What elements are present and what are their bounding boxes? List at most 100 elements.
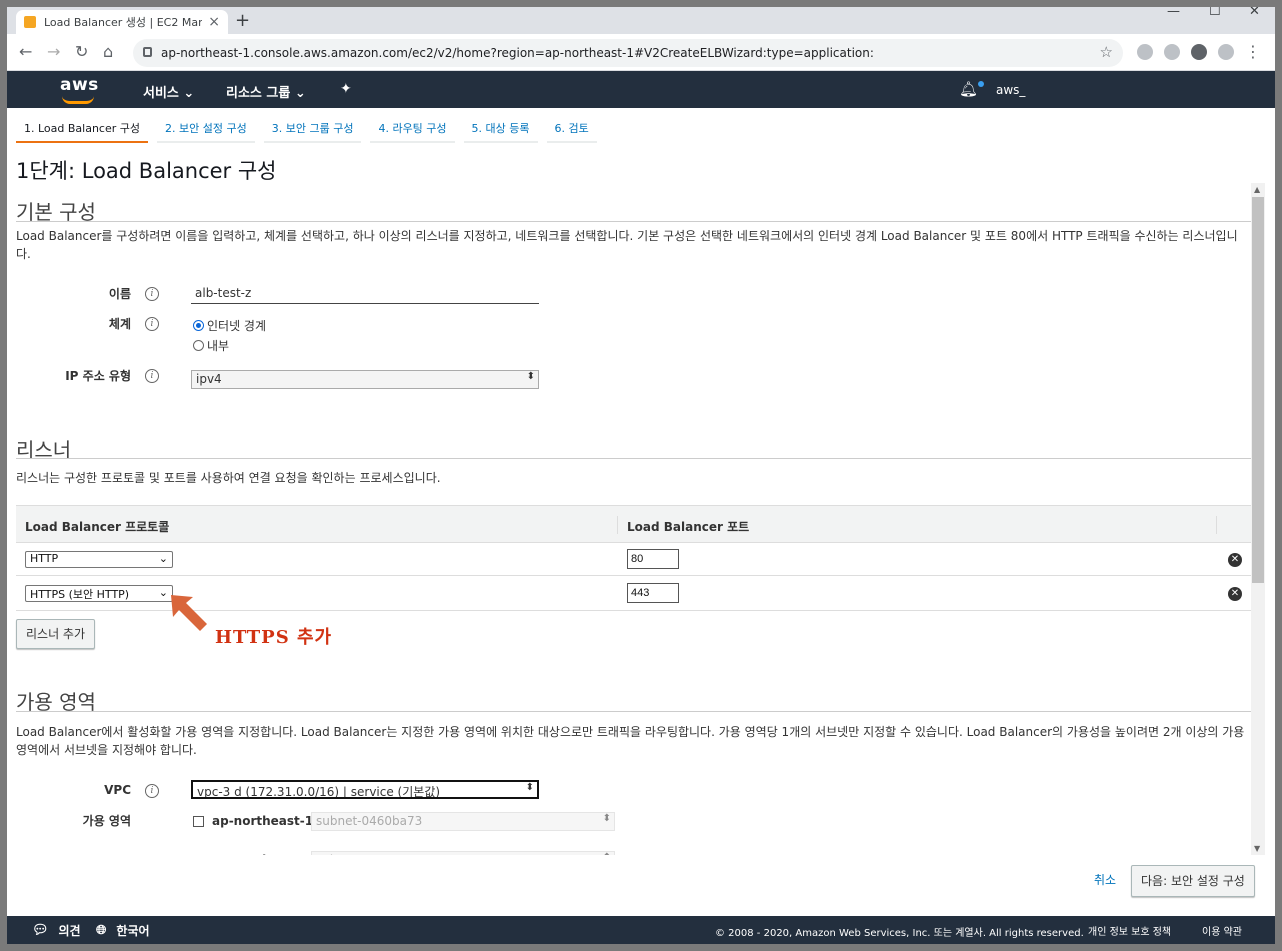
- notification-dot: [978, 81, 985, 87]
- name-input[interactable]: [191, 283, 539, 304]
- url-bar[interactable]: ap-northeast-1.console.aws.amazon.com/ec…: [133, 39, 1123, 67]
- aws-favicon-icon: [24, 16, 36, 28]
- ip-type-label: IP 주소 유형: [65, 369, 131, 383]
- resource-groups-menu[interactable]: 리소스 그룹 ⌄: [226, 82, 306, 101]
- divider: [16, 458, 1251, 459]
- row-divider: [16, 575, 1251, 576]
- aws-logo-text: aws: [60, 75, 99, 95]
- column-divider: [617, 516, 618, 534]
- wizard-content: 기본 구성 Load Balancer를 구성하려면 이름을 입력하고, 체계를…: [7, 183, 1251, 855]
- browser-window: Load Balancer 생성 | EC2 Manag × + — ☐ ✕ ←…: [7, 7, 1275, 944]
- updown-arrow-icon: ⬍: [525, 782, 534, 793]
- extension-icon[interactable]: [1137, 44, 1153, 60]
- info-icon[interactable]: i: [145, 369, 159, 383]
- add-listener-button[interactable]: 리스너 추가: [16, 619, 96, 649]
- page-title: 1단계: Load Balancer 구성: [16, 159, 277, 183]
- step-5[interactable]: 5. 대상 등록: [463, 115, 538, 143]
- minimize-icon[interactable]: —: [1167, 7, 1180, 19]
- aws-top-nav: aws 서비스 ⌄ 리소스 그룹 ⌄ ✦ 🔔︎ aws_: [7, 71, 1275, 108]
- privacy-link[interactable]: 개인 정보 보호 정책: [1088, 923, 1171, 938]
- column-divider: [1216, 516, 1217, 534]
- step-2[interactable]: 2. 보안 설정 구성: [157, 115, 255, 143]
- maximize-icon[interactable]: ☐: [1209, 7, 1221, 19]
- feedback-label: 의견: [58, 924, 81, 938]
- subnet-value: subnet-0460ba73: [316, 814, 423, 828]
- services-menu[interactable]: 서비스 ⌄: [143, 82, 194, 101]
- protocol-select[interactable]: HTTPS (보안 HTTP) ⌄: [25, 585, 173, 602]
- scroll-down-icon[interactable]: ▼: [1254, 844, 1260, 853]
- info-icon[interactable]: i: [145, 287, 159, 301]
- protocol-value: HTTP: [30, 552, 59, 565]
- updown-arrow-icon: ⬍: [602, 813, 611, 824]
- scheme-label: 체계: [108, 317, 131, 331]
- browser-menu-icon[interactable]: ⋮: [1245, 42, 1261, 61]
- scheme-internet-facing-radio[interactable]: 인터넷 경계: [193, 317, 266, 334]
- radio-selected: [193, 320, 204, 331]
- home-icon[interactable]: ⌂: [103, 42, 113, 61]
- step-3[interactable]: 3. 보안 그룹 구성: [263, 115, 362, 143]
- az-name: ap-northeast-1a: [212, 814, 322, 828]
- account-menu[interactable]: aws_: [996, 83, 1025, 97]
- next-button[interactable]: 다음: 보안 설정 구성: [1131, 865, 1255, 897]
- scroll-up-icon[interactable]: ▲: [1254, 185, 1260, 194]
- console-footer: 💬︎ 의견 🌐︎ 한국어 © 2008 - 2020, Amazon Web Ser…: [7, 916, 1275, 944]
- feedback-link[interactable]: 💬︎ 의견: [32, 922, 81, 939]
- resource-groups-label: 리소스 그룹: [226, 86, 291, 101]
- az-description: Load Balancer에서 활성화할 가용 영역을 지정합니다. Load …: [16, 725, 1245, 757]
- checkbox-box: [193, 815, 204, 827]
- cancel-link[interactable]: 취소: [1094, 871, 1116, 888]
- step-1[interactable]: 1. Load Balancer 구성: [16, 115, 149, 143]
- aws-logo[interactable]: aws: [60, 75, 99, 104]
- wizard-steps: 1. Load Balancer 구성 2. 보안 설정 구성 3. 보안 그룹…: [16, 115, 606, 143]
- remove-listener-icon[interactable]: ✕: [1228, 553, 1242, 567]
- listeners-description: 리스너는 구성한 프로토콜 및 포트를 사용하여 연결 요청을 확인하는 프로세…: [16, 471, 441, 485]
- step-6[interactable]: 6. 검토: [546, 115, 597, 143]
- port-input[interactable]: [627, 549, 679, 569]
- ip-type-value: ipv4: [196, 372, 222, 386]
- remove-listener-icon[interactable]: ✕: [1228, 587, 1242, 601]
- step-4[interactable]: 4. 라우팅 구성: [370, 115, 455, 143]
- col-port: Load Balancer 포트: [627, 520, 750, 534]
- back-icon[interactable]: ←: [19, 42, 32, 61]
- updown-arrow-icon: ⬍: [526, 371, 535, 382]
- reload-icon[interactable]: ↻: [75, 42, 88, 61]
- close-window-icon[interactable]: ✕: [1249, 7, 1260, 19]
- listeners-table-header: Load Balancer 프로토콜 Load Balancer 포트: [16, 505, 1251, 543]
- protocol-value: HTTPS (보안 HTTP): [30, 588, 130, 601]
- lock-icon: [143, 47, 152, 57]
- puzzle-icon[interactable]: [1191, 44, 1207, 60]
- info-icon[interactable]: i: [145, 784, 159, 798]
- language-selector[interactable]: 🌐︎ 한국어: [96, 922, 150, 939]
- divider: [16, 221, 1251, 222]
- chevron-down-icon: ⌄: [158, 552, 168, 565]
- cast-icon[interactable]: [1164, 44, 1180, 60]
- copyright-text: © 2008 - 2020, Amazon Web Services, Inc.…: [715, 928, 1084, 939]
- https-annotation: HTTPS 추가: [215, 627, 333, 648]
- protocol-select[interactable]: HTTP ⌄: [25, 551, 173, 568]
- port-input[interactable]: [627, 583, 679, 603]
- az-checkbox[interactable]: ap-northeast-1a: [193, 814, 321, 828]
- az-label: 가용 영역: [82, 814, 131, 828]
- address-bar-row: ← → ↻ ⌂ ap-northeast-1.console.aws.amazo…: [7, 34, 1275, 71]
- new-tab-button[interactable]: +: [235, 10, 250, 31]
- scheme-internal-radio[interactable]: 내부: [193, 337, 229, 354]
- ip-type-select[interactable]: ipv4 ⬍: [191, 370, 539, 389]
- tab-title: Load Balancer 생성 | EC2 Manag: [44, 16, 203, 29]
- basic-config-description: Load Balancer를 구성하려면 이름을 입력하고, 체계를 선택하고,…: [16, 229, 1238, 261]
- profile-avatar[interactable]: [1218, 44, 1234, 60]
- browser-tab[interactable]: Load Balancer 생성 | EC2 Manag ×: [16, 10, 228, 34]
- forward-icon[interactable]: →: [47, 42, 60, 61]
- bookmark-star-icon[interactable]: ☆: [1100, 43, 1113, 61]
- vpc-select[interactable]: vpc-3 d (172.31.0.0/16) | service (기본값) ⬍: [191, 780, 539, 799]
- vpc-label: VPC: [104, 783, 131, 797]
- url-text: ap-northeast-1.console.aws.amazon.com/ec…: [161, 46, 874, 60]
- terms-link[interactable]: 이용 약관: [1202, 923, 1242, 938]
- scrollbar-thumb[interactable]: [1252, 197, 1264, 583]
- info-icon[interactable]: i: [145, 317, 159, 331]
- aws-smile-icon: [62, 96, 94, 104]
- subnet-select[interactable]: subnet-0460ba73 ⬍: [311, 812, 615, 831]
- pin-icon[interactable]: ✦: [340, 81, 352, 97]
- notification-bell-icon[interactable]: 🔔︎: [959, 80, 985, 98]
- tab-close-icon[interactable]: ×: [208, 14, 220, 30]
- language-label: 한국어: [116, 924, 150, 938]
